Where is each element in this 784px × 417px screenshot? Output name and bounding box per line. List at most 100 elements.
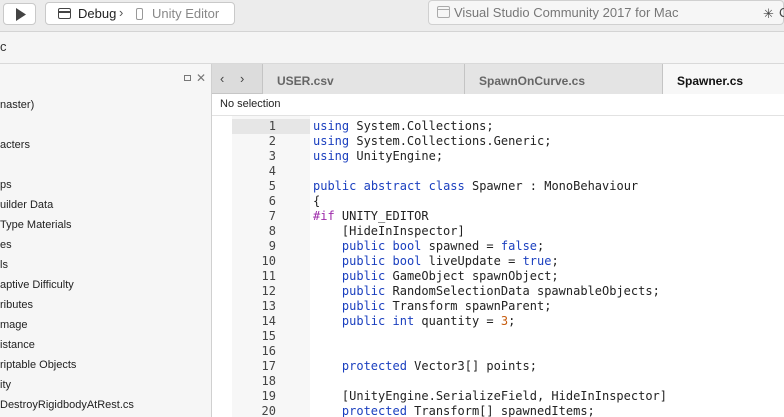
code-line[interactable]: 3 using UnityEngine;: [212, 149, 784, 164]
tree-item[interactable]: ity: [0, 379, 11, 391]
chevron-right-icon: ›: [119, 5, 124, 20]
run-target-label: Unity Editor: [152, 6, 220, 21]
run-configuration-selector[interactable]: Debug › Unity Editor: [45, 2, 235, 25]
code-line[interactable]: 16: [212, 344, 784, 359]
code-line[interactable]: 15: [212, 329, 784, 344]
line-number: 13: [261, 299, 276, 313]
app-window-icon: [437, 6, 450, 18]
code-line[interactable]: 17 protected Vector3[] points;: [212, 359, 784, 374]
code-line[interactable]: 13 public Transform spawnParent;: [212, 299, 784, 314]
solution-pad: ✕ naster) acters ps uilder Data Type Mat…: [0, 64, 212, 417]
tab-user-csv[interactable]: USER.csv: [262, 64, 464, 94]
code-line[interactable]: 2 using System.Collections.Generic;: [212, 134, 784, 149]
tree-item[interactable]: Type Materials: [0, 219, 72, 231]
line-number: 18: [261, 374, 276, 388]
app-title: Visual Studio Community 2017 for Mac: [454, 5, 679, 20]
tab-label: USER.csv: [277, 74, 334, 88]
line-number: 1: [268, 119, 276, 133]
tab-spawnoncurve-cs[interactable]: SpawnOnCurve.cs: [464, 64, 662, 94]
code-text: #if UNITY_EDITOR: [313, 209, 429, 223]
code-text: public abstract class Spawner : MonoBeha…: [313, 179, 639, 193]
code-text: using System.Collections.Generic;: [313, 134, 552, 148]
code-text: protected Vector3[] points;: [341, 359, 537, 373]
tree-item[interactable]: uilder Data: [0, 199, 53, 211]
device-icon: [136, 8, 143, 20]
restore-pad-icon[interactable]: [184, 75, 191, 81]
document-tab-bar: ‹ › USER.csv SpawnOnCurve.cs Spawner.cs: [212, 64, 784, 94]
tree-item[interactable]: DestroyRigidbodyAtRest.cs: [0, 399, 134, 411]
tab-spawner-cs[interactable]: Spawner.cs: [662, 64, 784, 94]
configuration-label: Debug: [78, 6, 117, 21]
code-line[interactable]: 7 #if UNITY_EDITOR: [212, 209, 784, 224]
main-toolbar: Debug › Unity Editor Visual Studio Commu…: [0, 0, 784, 32]
code-line[interactable]: 12 public RandomSelectionData spawnableO…: [212, 284, 784, 299]
window-icon: [58, 8, 71, 19]
nav-back-icon[interactable]: ‹: [220, 71, 224, 86]
code-line[interactable]: 20 protected Transform[] spawnedItems;: [212, 404, 784, 417]
tree-item[interactable]: aptive Difficulty: [0, 279, 74, 291]
tree-item[interactable]: mage: [0, 319, 28, 331]
code-line[interactable]: 10 public bool liveUpdate = true;: [212, 254, 784, 269]
breadcrumb-text: No selection: [220, 98, 281, 110]
line-number: 10: [261, 254, 276, 268]
tree-item[interactable]: naster): [0, 99, 34, 111]
close-pad-icon[interactable]: ✕: [196, 71, 206, 85]
tree-item[interactable]: ls: [0, 259, 8, 271]
line-number: 16: [261, 344, 276, 358]
line-number: 11: [261, 269, 276, 283]
code-text: [HideInInspector]: [313, 224, 465, 238]
status-text-stub: C: [779, 5, 784, 20]
code-line[interactable]: 5 public abstract class Spawner : MonoBeh…: [212, 179, 784, 194]
line-number: 2: [268, 134, 276, 148]
line-number: 19: [261, 389, 276, 403]
line-number: 14: [261, 314, 276, 328]
line-number: 3: [268, 149, 276, 163]
code-text: protected Transform[] spawnedItems;: [341, 404, 595, 417]
code-text: public int quantity = 3;: [341, 314, 516, 328]
line-number: 20: [261, 404, 276, 417]
code-text: public GameObject spawnObject;: [341, 269, 559, 283]
tab-label: SpawnOnCurve.cs: [479, 74, 586, 88]
line-number: 17: [261, 359, 276, 373]
line-number: 8: [268, 224, 276, 238]
code-line[interactable]: 8 [HideInInspector]: [212, 224, 784, 239]
code-text: public RandomSelectionData spawnableObje…: [341, 284, 660, 298]
play-icon: [16, 8, 26, 21]
line-number: 12: [261, 284, 276, 298]
nav-forward-icon[interactable]: ›: [240, 71, 244, 86]
line-number: 7: [268, 209, 276, 223]
code-line[interactable]: 1 using System.Collections;: [212, 119, 784, 134]
code-text: using UnityEngine;: [313, 149, 444, 163]
code-text: using System.Collections;: [313, 119, 494, 133]
code-text: public Transform spawnParent;: [341, 299, 552, 313]
tree-item[interactable]: es: [0, 239, 12, 251]
spinner-icon: ✳: [763, 6, 774, 21]
code-line[interactable]: 19 [UnityEngine.SerializeField, HideInIn…: [212, 389, 784, 404]
status-bar: Visual Studio Community 2017 for Mac ✳ C: [428, 0, 784, 25]
line-number: 5: [268, 179, 276, 193]
code-line[interactable]: 4: [212, 164, 784, 179]
tree-item[interactable]: ps: [0, 179, 12, 191]
code-text: {: [313, 194, 321, 208]
run-button[interactable]: [3, 3, 36, 25]
tree-item[interactable]: ributes: [0, 299, 33, 311]
code-line[interactable]: 6{: [212, 194, 784, 209]
code-line[interactable]: 9 public bool spawned = false;: [212, 239, 784, 254]
code-text: public bool spawned = false;: [341, 239, 545, 253]
code-line[interactable]: 18: [212, 374, 784, 389]
search-bar: c: [0, 32, 784, 64]
line-number: 15: [261, 329, 276, 343]
breadcrumb[interactable]: No selection: [212, 94, 784, 116]
code-line[interactable]: 11 public GameObject spawnObject;: [212, 269, 784, 284]
code-text: public bool liveUpdate = true;: [341, 254, 559, 268]
code-line[interactable]: 14 public int quantity = 3;: [212, 314, 784, 329]
search-stub-text: c: [0, 39, 7, 54]
code-text: [UnityEngine.SerializeField, HideInInspe…: [313, 389, 668, 403]
line-number: 9: [268, 239, 276, 253]
tree-item[interactable]: acters: [0, 139, 30, 151]
tree-item[interactable]: riptable Objects: [0, 359, 76, 371]
line-number: 4: [268, 164, 276, 178]
tab-label: Spawner.cs: [677, 74, 744, 88]
tree-item[interactable]: istance: [0, 339, 35, 351]
code-editor[interactable]: 1 using System.Collections; 2 using System.…: [212, 116, 784, 417]
